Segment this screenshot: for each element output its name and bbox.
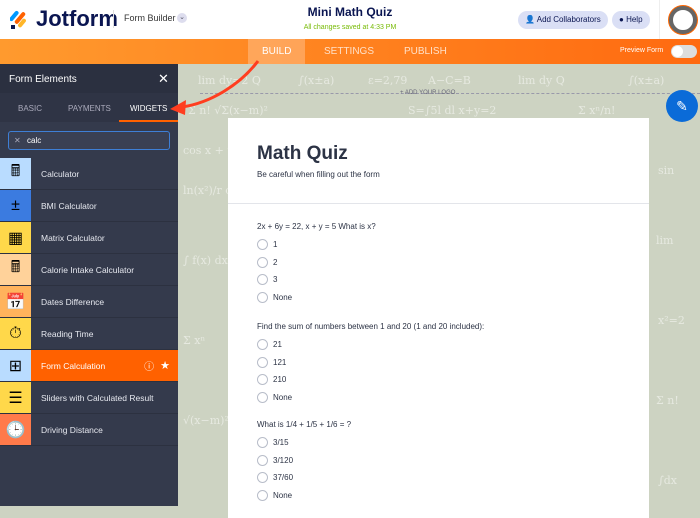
svg-text:∫dx: ∫dx: [658, 474, 678, 487]
save-status: All changes saved at 4:33 PM: [303, 24, 397, 31]
widget-item[interactable]: ⊞ Form Calculation ⓘ ★: [0, 350, 178, 382]
widget-item[interactable]: ▦ Matrix Calculator: [0, 222, 178, 254]
calculator-icon: 🖩: [0, 158, 31, 189]
tab-payments[interactable]: PAYMENTS: [68, 104, 111, 113]
radio-button[interactable]: [257, 274, 268, 285]
form-designer-button[interactable]: ✎: [666, 90, 698, 122]
radio-option[interactable]: 37/60: [257, 472, 293, 483]
widget-item[interactable]: 🕒 Driving Distance: [0, 414, 178, 446]
svg-text:Σ xⁿ: Σ xⁿ: [183, 334, 205, 347]
radio-button[interactable]: [257, 291, 268, 303]
radio-button[interactable]: [257, 356, 268, 368]
divider: [228, 203, 649, 204]
form-subheading[interactable]: Be careful when filling out the form: [257, 170, 380, 179]
question-label: What is 1/4 + 1/5 + 1/6 = ?: [257, 420, 352, 429]
add-collaborators-button[interactable]: 👤 Add Collaborators: [518, 11, 608, 29]
question-icon: ●: [619, 15, 627, 24]
avatar[interactable]: [669, 6, 697, 34]
radio-option[interactable]: None: [257, 489, 292, 501]
svg-text:S=∫5l dl x+y=2: S=∫5l dl x+y=2: [408, 104, 496, 117]
question-label: 2x + 6y = 22, x + y = 5 What is x?: [257, 222, 376, 231]
tab-settings[interactable]: SETTINGS: [310, 39, 388, 64]
jotform-logo-icon: [10, 10, 26, 29]
search-input[interactable]: calc: [8, 131, 170, 150]
radio-button[interactable]: [257, 256, 268, 268]
sliders-icon: ☰: [0, 382, 31, 413]
radio-button[interactable]: [257, 374, 268, 385]
svg-text:ln(x²)/r c: ln(x²)/r c: [183, 184, 231, 197]
widget-item[interactable]: 📅 Dates Difference: [0, 286, 178, 318]
clock-icon: 🕒: [0, 414, 31, 445]
widget-item[interactable]: ± BMI Calculator: [0, 190, 178, 222]
annotation-arrow: [170, 60, 260, 115]
radio-button[interactable]: [257, 472, 268, 483]
widget-item[interactable]: 🖩 Calorie Intake Calculator: [0, 254, 178, 286]
active-tab-indicator: [119, 120, 178, 122]
add-logo-button[interactable]: + ADD YOUR LOGO: [400, 90, 455, 96]
svg-text:x²=2: x²=2: [658, 314, 685, 327]
form-builder-menu[interactable]: Form Builder: [124, 13, 176, 23]
svg-text:∫(x±a): ∫(x±a): [628, 74, 664, 87]
svg-text:ε=2,79: ε=2,79: [368, 74, 407, 87]
help-button[interactable]: ● Help: [612, 11, 650, 29]
radio-option[interactable]: 121: [257, 356, 286, 368]
paint-roller-icon: ✎: [676, 98, 688, 114]
radio-option[interactable]: None: [257, 291, 292, 303]
widget-item[interactable]: ⏱ Reading Time: [0, 318, 178, 350]
stopwatch-icon: ⏱: [0, 318, 31, 349]
svg-text:Σ n!: Σ n!: [656, 394, 679, 407]
form-heading[interactable]: Math Quiz: [257, 143, 348, 165]
radio-button[interactable]: [257, 454, 268, 466]
preview-form-label: Preview Form: [620, 47, 664, 54]
svg-text:Σ xⁿ/n!: Σ xⁿ/n!: [578, 104, 615, 117]
preview-toggle[interactable]: [671, 45, 697, 58]
widget-item[interactable]: 🖩 Calculator: [0, 158, 178, 190]
matrix-icon: ▦: [0, 222, 31, 253]
radio-button[interactable]: [257, 339, 268, 350]
radio-option[interactable]: 3/120: [257, 454, 293, 466]
divider: [659, 0, 660, 39]
star-icon[interactable]: ★: [160, 359, 170, 372]
radio-option[interactable]: 1: [257, 239, 277, 250]
radio-button[interactable]: [257, 489, 268, 501]
svg-text:lim dy Q: lim dy Q: [518, 74, 565, 87]
svg-text:sin: sin: [658, 164, 674, 177]
brand-name[interactable]: Jotform: [36, 6, 118, 32]
calendar-icon: 📅: [0, 286, 31, 317]
user-icon: 👤: [525, 15, 537, 24]
chevron-down-icon[interactable]: ⌄: [177, 13, 187, 23]
bmi-icon: ±: [0, 190, 31, 221]
form-title[interactable]: Mini Math Quiz: [250, 5, 450, 19]
question-label: Find the sum of numbers between 1 and 20…: [257, 322, 485, 331]
tab-publish[interactable]: PUBLISH: [390, 39, 461, 64]
form-calc-icon: ⊞: [0, 350, 31, 381]
svg-text:√(x−m)²: √(x−m)²: [183, 414, 229, 427]
radio-button[interactable]: [257, 437, 268, 448]
tab-basic[interactable]: BASIC: [18, 104, 42, 113]
info-icon[interactable]: ⓘ: [144, 358, 154, 373]
divider: [113, 10, 114, 28]
calorie-icon: 🖩: [0, 254, 31, 285]
radio-option[interactable]: 3/15: [257, 437, 289, 448]
radio-option[interactable]: 2: [257, 256, 277, 268]
svg-text:lim: lim: [656, 234, 674, 247]
radio-option[interactable]: None: [257, 391, 292, 403]
radio-option[interactable]: 210: [257, 374, 286, 385]
radio-option[interactable]: 21: [257, 339, 282, 350]
svg-text:∫ f(x) dx: ∫ f(x) dx: [183, 254, 229, 267]
radio-option[interactable]: 3: [257, 274, 277, 285]
clear-search-icon[interactable]: ✕: [14, 136, 21, 145]
svg-text:A−C=B: A−C=B: [427, 74, 471, 87]
svg-text:∫(x±a): ∫(x±a): [298, 74, 334, 87]
radio-button[interactable]: [257, 391, 268, 403]
widget-item[interactable]: ☰ Sliders with Calculated Result: [0, 382, 178, 414]
radio-button[interactable]: [257, 239, 268, 250]
panel-title: Form Elements: [9, 74, 77, 85]
